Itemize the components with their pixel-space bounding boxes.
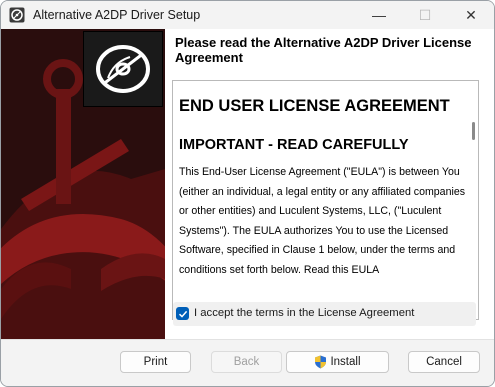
- eula-title: END USER LICENSE AGREEMENT: [179, 97, 450, 115]
- maximize-button[interactable]: ☐: [402, 1, 448, 29]
- accept-label: I accept the terms in the License Agreem…: [194, 307, 415, 319]
- setup-window: Alternative A2DP Driver Setup — ☐ ✕ Plea…: [0, 0, 495, 387]
- disc-logo-icon: [96, 45, 150, 93]
- uac-shield-icon: [315, 355, 327, 369]
- installer-banner: [1, 29, 165, 339]
- window-title: Alternative A2DP Driver Setup: [33, 8, 201, 22]
- eula-text-box[interactable]: END USER LICENSE AGREEMENT IMPORTANT - R…: [172, 80, 479, 320]
- checkmark-icon: [178, 310, 187, 318]
- license-panel: Please read the Alternative A2DP Driver …: [165, 29, 494, 339]
- accept-checkbox[interactable]: [176, 307, 189, 320]
- installer-disc-icon: [9, 7, 25, 23]
- maximize-icon: ☐: [418, 6, 432, 23]
- close-button[interactable]: ✕: [448, 1, 494, 29]
- close-icon: ✕: [465, 6, 477, 23]
- back-button[interactable]: Back: [211, 351, 282, 373]
- button-bar: Print Back Install Cancel: [1, 339, 494, 386]
- install-button[interactable]: Install: [286, 351, 389, 373]
- minimize-icon: —: [372, 7, 386, 23]
- eula-body: This End-User License Agreement ("EULA")…: [179, 166, 466, 276]
- product-logo: [83, 31, 163, 107]
- print-button[interactable]: Print: [120, 351, 191, 373]
- minimize-button[interactable]: —: [356, 1, 402, 29]
- page-title: Please read the Alternative A2DP Driver …: [175, 35, 472, 65]
- install-label: Install: [330, 356, 361, 368]
- eula-subtitle: IMPORTANT - READ CAREFULLY: [179, 137, 409, 153]
- cancel-button[interactable]: Cancel: [408, 351, 480, 373]
- accept-terms-row[interactable]: I accept the terms in the License Agreem…: [173, 302, 476, 326]
- eula-scrollbar-thumb[interactable]: [472, 122, 475, 140]
- title-bar: Alternative A2DP Driver Setup — ☐ ✕: [1, 1, 494, 29]
- eula-content: END USER LICENSE AGREEMENT IMPORTANT - R…: [179, 81, 467, 280]
